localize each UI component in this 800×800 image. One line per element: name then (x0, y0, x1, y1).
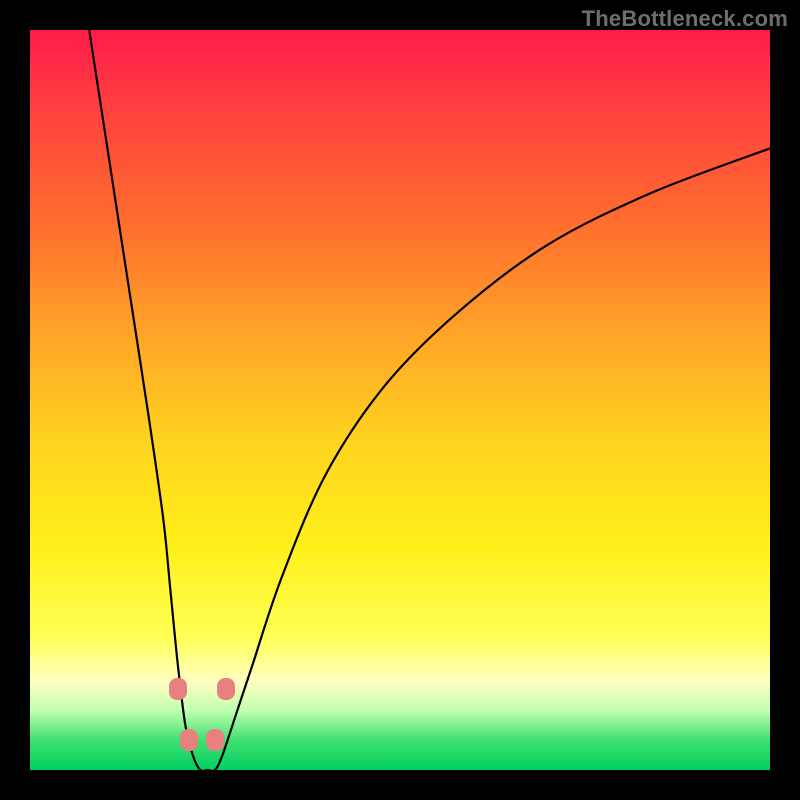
marker-right-shoulder-lower (206, 729, 224, 751)
chart-frame: TheBottleneck.com (0, 0, 800, 800)
marker-left-shoulder-upper (169, 678, 187, 700)
plot-area (30, 30, 770, 770)
marker-left-shoulder-lower (180, 729, 198, 751)
marker-right-shoulder-upper (217, 678, 235, 700)
watermark-text: TheBottleneck.com (582, 6, 788, 32)
bottleneck-curve (30, 30, 770, 770)
